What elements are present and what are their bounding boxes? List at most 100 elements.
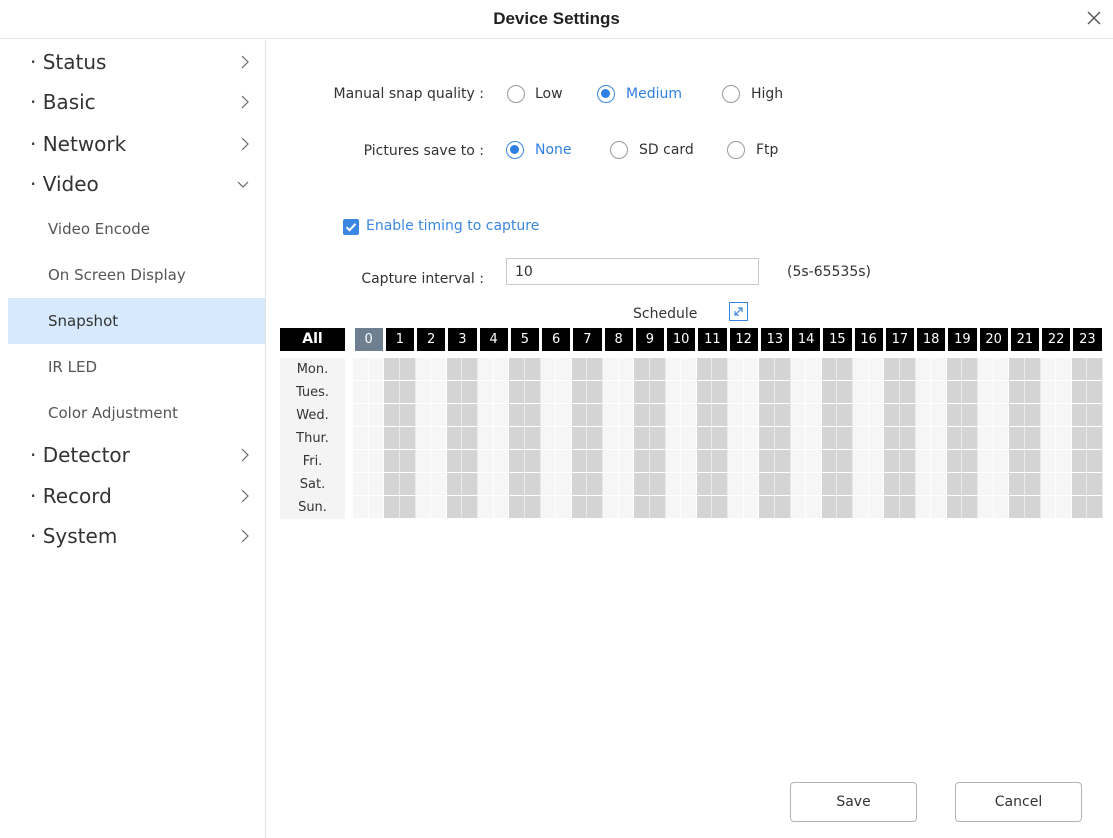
schedule-cell[interactable] [509, 427, 525, 450]
schedule-cell[interactable] [1087, 427, 1103, 450]
schedule-cell[interactable] [1056, 427, 1072, 450]
hour-header-21[interactable]: 21 [1010, 328, 1039, 351]
schedule-cell[interactable] [962, 473, 978, 496]
schedule-cell[interactable] [696, 450, 713, 473]
schedule-cell[interactable] [806, 404, 822, 427]
schedule-cell[interactable] [884, 358, 900, 381]
schedule-cell[interactable] [821, 404, 838, 427]
schedule-cell[interactable] [353, 358, 369, 381]
schedule-cell[interactable] [1024, 404, 1041, 427]
sidebar-item-record[interactable]: · Record [8, 476, 265, 516]
schedule-cell[interactable] [478, 381, 494, 404]
schedule-cell[interactable] [571, 358, 588, 381]
schedule-cell[interactable] [618, 404, 635, 427]
schedule-cell[interactable] [415, 496, 432, 519]
schedule-cell[interactable] [431, 473, 447, 496]
schedule-cell[interactable] [634, 404, 650, 427]
schedule-cell[interactable] [712, 427, 728, 450]
expand-icon[interactable] [729, 302, 748, 321]
schedule-cell[interactable] [884, 404, 900, 427]
schedule-cell[interactable] [415, 404, 432, 427]
schedule-cell[interactable] [712, 450, 728, 473]
schedule-cell[interactable] [665, 381, 682, 404]
hour-header-8[interactable]: 8 [604, 328, 633, 351]
schedule-cell[interactable] [915, 450, 932, 473]
schedule-cell[interactable] [1024, 358, 1041, 381]
hour-header-14[interactable]: 14 [792, 328, 821, 351]
enable-timing-checkbox[interactable] [343, 219, 359, 235]
schedule-cell[interactable] [524, 450, 541, 473]
day-label-wed[interactable]: Wed. [280, 404, 345, 427]
schedule-cell[interactable] [837, 404, 853, 427]
schedule-cell[interactable] [462, 427, 478, 450]
schedule-cell[interactable] [931, 404, 947, 427]
schedule-cell[interactable] [1024, 496, 1041, 519]
schedule-cell[interactable] [821, 473, 838, 496]
schedule-cell[interactable] [478, 427, 494, 450]
schedule-cell[interactable] [696, 473, 713, 496]
schedule-cell[interactable] [790, 358, 807, 381]
schedule-cell[interactable] [571, 496, 588, 519]
schedule-cell[interactable] [368, 473, 385, 496]
schedule-cell[interactable] [399, 450, 416, 473]
schedule-cell[interactable] [556, 404, 572, 427]
schedule-cell[interactable] [649, 427, 666, 450]
enable-timing-label[interactable]: Enable timing to capture [366, 218, 539, 234]
schedule-cell[interactable] [1024, 450, 1041, 473]
schedule-cell[interactable] [556, 450, 572, 473]
schedule-cell[interactable] [681, 496, 697, 519]
cancel-button[interactable]: Cancel [955, 782, 1082, 822]
schedule-cell[interactable] [853, 496, 869, 519]
schedule-cell[interactable] [1009, 450, 1025, 473]
schedule-cell[interactable] [1040, 496, 1057, 519]
schedule-cell[interactable] [743, 358, 760, 381]
schedule-cell[interactable] [556, 496, 572, 519]
schedule-cell[interactable] [993, 427, 1010, 450]
schedule-cell[interactable] [946, 496, 963, 519]
schedule-cell[interactable] [478, 358, 494, 381]
schedule-cell[interactable] [665, 473, 682, 496]
snap-quality-high-label[interactable]: High [751, 86, 783, 102]
schedule-cell[interactable] [478, 473, 494, 496]
schedule-grid[interactable] [353, 358, 1103, 519]
schedule-cell[interactable] [696, 381, 713, 404]
schedule-cell[interactable] [681, 358, 697, 381]
schedule-cell[interactable] [712, 473, 728, 496]
schedule-cell[interactable] [587, 473, 603, 496]
sidebar-item-video[interactable]: · Video [8, 164, 265, 204]
schedule-cell[interactable] [571, 381, 588, 404]
schedule-cell[interactable] [462, 473, 478, 496]
schedule-cell[interactable] [806, 450, 822, 473]
schedule-cell[interactable] [759, 496, 775, 519]
schedule-cell[interactable] [649, 381, 666, 404]
schedule-cell[interactable] [728, 381, 744, 404]
schedule-cell[interactable] [837, 358, 853, 381]
schedule-cell[interactable] [1087, 381, 1103, 404]
schedule-cell[interactable] [806, 473, 822, 496]
schedule-cell[interactable] [368, 427, 385, 450]
schedule-cell[interactable] [993, 404, 1010, 427]
schedule-cell[interactable] [962, 427, 978, 450]
schedule-cell[interactable] [946, 381, 963, 404]
hour-header-2[interactable]: 2 [417, 328, 446, 351]
schedule-cell[interactable] [368, 358, 385, 381]
schedule-cell[interactable] [915, 358, 932, 381]
schedule-cell[interactable] [1009, 427, 1025, 450]
schedule-cell[interactable] [649, 473, 666, 496]
schedule-cell[interactable] [665, 358, 682, 381]
schedule-cell[interactable] [774, 473, 791, 496]
hour-header-3[interactable]: 3 [448, 328, 477, 351]
schedule-cell[interactable] [946, 473, 963, 496]
schedule-cell[interactable] [821, 496, 838, 519]
schedule-cell[interactable] [399, 404, 416, 427]
schedule-cell[interactable] [946, 358, 963, 381]
hour-header-4[interactable]: 4 [479, 328, 508, 351]
save-to-sdcard-label[interactable]: SD card [639, 142, 694, 158]
save-to-sdcard-radio[interactable] [610, 141, 628, 159]
schedule-cell[interactable] [649, 496, 666, 519]
save-to-ftp-label[interactable]: Ftp [756, 142, 778, 158]
schedule-cell[interactable] [446, 496, 463, 519]
snap-quality-low-radio[interactable] [507, 85, 525, 103]
schedule-cell[interactable] [853, 450, 869, 473]
schedule-cell[interactable] [681, 427, 697, 450]
